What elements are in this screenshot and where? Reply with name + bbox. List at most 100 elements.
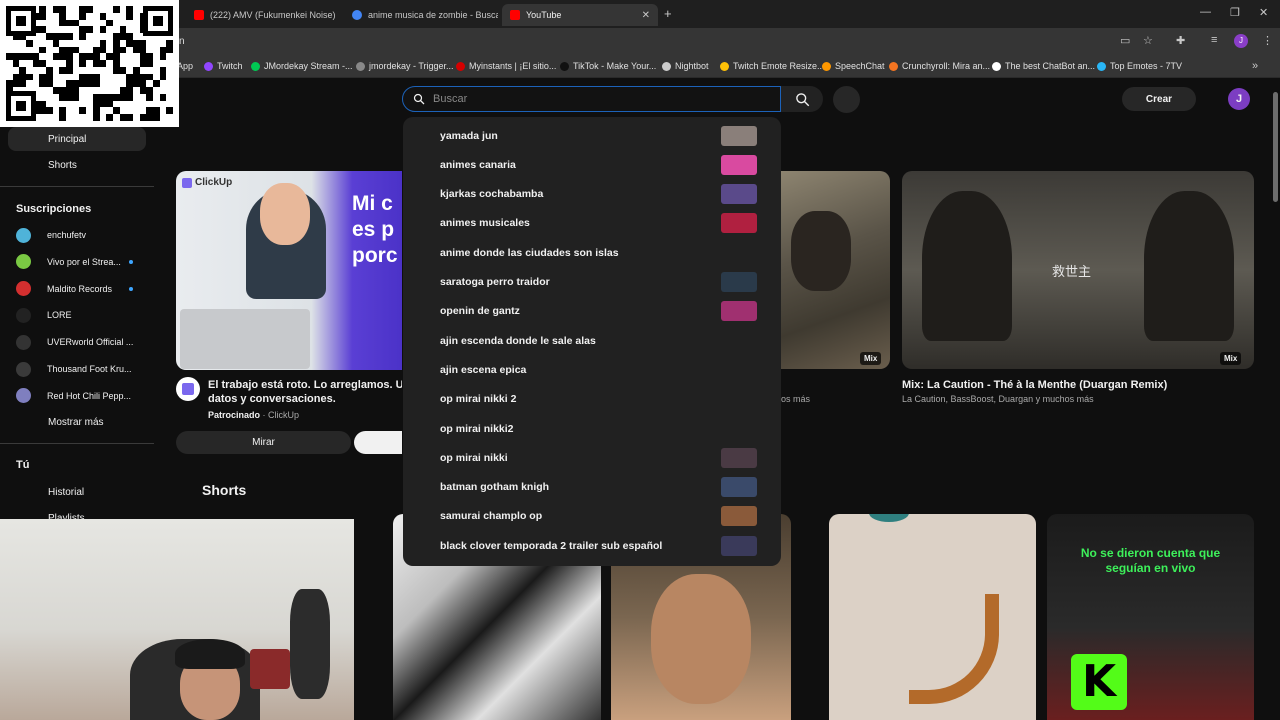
search-suggestion[interactable]: ajin escena epica [403, 355, 781, 384]
bookmark-favicon-icon [251, 61, 260, 71]
search-suggestion[interactable]: animes canaria [403, 150, 781, 179]
url-text[interactable]: n [179, 36, 185, 47]
live-dot-icon [129, 286, 133, 291]
subscription-item[interactable]: UVERworld Official ... [16, 333, 136, 351]
suggestion-label: op mirai nikki2 [440, 422, 514, 435]
bookmark-favicon-icon [822, 61, 831, 71]
search-suggestion[interactable]: yamada jun [403, 121, 781, 150]
search-suggestion[interactable]: samurai champlo op [403, 502, 781, 531]
browser-tab[interactable]: anime musica de zombie - Buscar ✕ [344, 4, 498, 26]
figure-left [922, 191, 1012, 341]
bookmark-item[interactable]: Nightbot [662, 61, 709, 71]
subscription-item[interactable]: Thousand Foot Kru... [16, 360, 136, 378]
search-icon [413, 93, 425, 105]
browser-tab[interactable]: (222) AMV (Fukumenkei Noise) ✕ [186, 4, 336, 26]
bookmark-favicon-icon [662, 61, 671, 71]
subscription-item[interactable]: enchufetv [16, 226, 136, 244]
create-button[interactable]: Crear [1122, 87, 1196, 111]
search-suggestion[interactable]: batman gotham knigh [403, 473, 781, 502]
browser-tab-active[interactable]: YouTube ✕ [502, 4, 658, 26]
subscription-label: Maldito Records [47, 283, 113, 294]
search-suggestion[interactable]: op mirai nikki 2 [403, 385, 781, 414]
suggestion-label: ajin escenda donde le sale alas [440, 334, 596, 347]
sidebar-item-principal[interactable]: Principal [8, 127, 146, 151]
subscription-label: Vivo por el Strea... [47, 256, 121, 267]
search-suggestion[interactable]: anime donde las ciudades son islas [403, 238, 781, 267]
google-favicon-icon [352, 10, 362, 20]
scrollbar-thumb[interactable] [1273, 92, 1278, 202]
search-button[interactable] [781, 86, 823, 112]
user-avatar[interactable]: J [1228, 88, 1250, 110]
voice-search-button[interactable] [833, 86, 860, 113]
search-input[interactable] [433, 93, 733, 105]
suggestion-thumbnail [721, 535, 757, 556]
extensions-icon[interactable]: ✚ [1176, 34, 1185, 47]
bookmark-favicon-icon [889, 61, 898, 71]
suggestion-thumbnail [721, 213, 757, 234]
search-suggestion[interactable]: saratoga perro traidor [403, 268, 781, 297]
suggestion-thumbnail [721, 184, 757, 205]
bookmark-item[interactable]: SpeechChat [822, 61, 885, 71]
bookmark-item[interactable]: Crunchyroll: Mira an... [889, 61, 990, 71]
browser-profile-avatar[interactable]: J [1234, 34, 1248, 48]
short-thumbnail-cartoon[interactable] [829, 514, 1036, 720]
tab-label: anime musica de zombie - Buscar [368, 10, 498, 20]
video-thumbnail-la-caution[interactable]: 救世主 [902, 171, 1254, 369]
bookmark-item[interactable]: Myinstants | ¡El sitio... [456, 61, 556, 71]
video-title-line[interactable]: El trabajo está roto. Lo arreglamos. Una… [208, 378, 402, 392]
short-thumbnail-live[interactable]: No se dieron cuenta que seguían en vivo … [1047, 514, 1254, 720]
search-suggestion[interactable]: op mirai nikki2 [403, 414, 781, 443]
bookmark-item[interactable]: JMordekay Stream -... [251, 61, 353, 71]
cast-icon[interactable]: ▭ [1120, 34, 1130, 47]
video-thumbnail-clickup[interactable]: ClickUp Mi c es p porc [176, 171, 402, 370]
bookmark-star-icon[interactable]: ☆ [1143, 34, 1153, 47]
subscription-item[interactable]: Vivo por el Strea... [16, 253, 136, 271]
bookmark-item[interactable]: Twitch [204, 61, 243, 71]
new-tab-icon[interactable]: + [664, 6, 672, 21]
bookmark-item[interactable]: jmordekay - Trigger... [356, 61, 454, 71]
subscription-item[interactable]: Red Hot Chili Pepp... [16, 387, 136, 405]
browser-menu-icon[interactable]: ⋮ [1262, 34, 1273, 47]
bookmark-item[interactable]: App [177, 61, 193, 71]
background-jacket [290, 589, 330, 699]
search-suggestion[interactable]: kjarkas cochabamba [403, 180, 781, 209]
address-bar[interactable]: n [0, 28, 1280, 56]
suggestion-thumbnail [721, 477, 757, 498]
sidebar-item-shorts[interactable]: Shorts [8, 153, 146, 177]
search-suggestion[interactable]: ajin escenda donde le sale alas [403, 326, 781, 355]
subscriptions-heading[interactable]: Suscripciones [16, 203, 91, 215]
subscription-item[interactable]: LORE [16, 306, 136, 324]
search-suggestion[interactable]: op mirai nikki [403, 443, 781, 472]
subscription-item[interactable]: Maldito Records [16, 280, 136, 298]
watch-ad-button[interactable]: Mirar [176, 431, 351, 454]
more-bookmarks-icon[interactable]: » [1252, 60, 1258, 72]
bookmark-item[interactable]: Twitch Emote Resize... [720, 61, 825, 71]
bookmark-item[interactable]: The best ChatBot an... [992, 61, 1095, 71]
you-heading[interactable]: Tú [16, 459, 29, 471]
sidebar-item-history[interactable]: Historial [8, 480, 146, 504]
video-meta: os más [781, 394, 811, 404]
visit-site-button[interactable] [354, 431, 402, 454]
suggestion-label: ajin escena epica [440, 363, 527, 376]
close-window-icon[interactable]: ✕ [1259, 6, 1268, 19]
restore-icon[interactable]: ❐ [1230, 6, 1240, 19]
search-suggestion[interactable]: black clover temporada 2 trailer sub esp… [403, 531, 781, 560]
clickup-channel-avatar[interactable] [176, 377, 200, 401]
video-title[interactable]: Mix: La Caution - Thé à la Menthe (Duarg… [902, 378, 1167, 392]
video-thumbnail-mix[interactable] [781, 171, 890, 369]
video-meta[interactable]: La Caution, BassBoost, Duargan y muchos … [902, 394, 1094, 404]
bookmark-item[interactable]: TikTok - Make Your... [560, 61, 656, 71]
search-suggestion[interactable]: animes musicales [403, 209, 781, 238]
video-title-line[interactable]: datos y conversaciones. [208, 392, 402, 406]
channel-avatar-icon [16, 281, 31, 297]
search-box[interactable] [402, 86, 781, 112]
bookmark-label: Myinstants | ¡El sitio... [469, 61, 557, 71]
search-suggestion[interactable]: openin de gantz [403, 297, 781, 326]
figure-right [1144, 191, 1234, 341]
minimize-icon[interactable]: — [1200, 6, 1211, 18]
close-tab-icon[interactable]: ✕ [642, 10, 650, 21]
show-more-button[interactable]: Mostrar más [8, 410, 146, 434]
media-icon[interactable]: ≡ [1211, 34, 1217, 46]
bookmark-item[interactable]: Top Emotes - 7TV [1097, 61, 1182, 71]
singer-face [651, 574, 751, 704]
